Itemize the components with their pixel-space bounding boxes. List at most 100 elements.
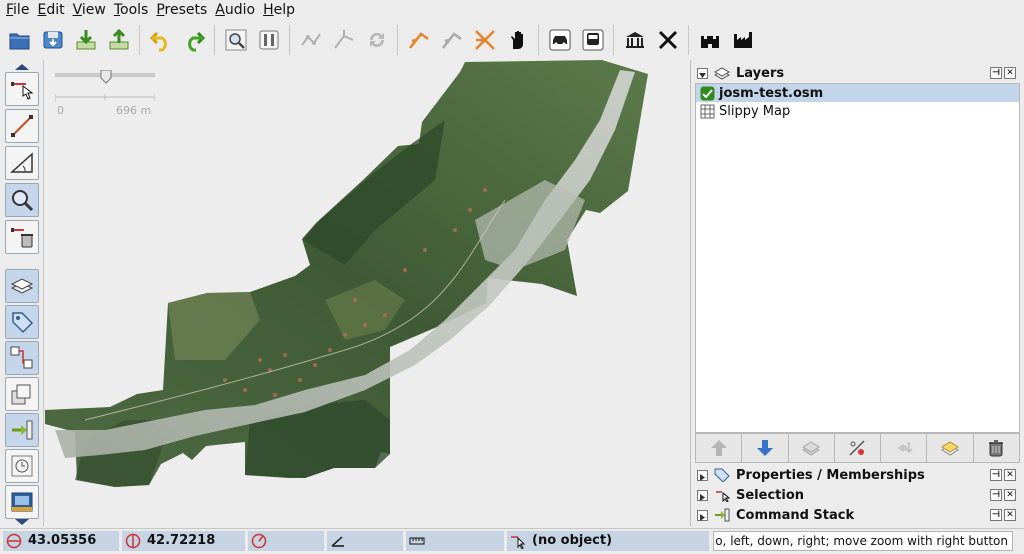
object-value: (no object)	[532, 533, 613, 548]
selection-dialog-title[interactable]: Selection ⊣ ✕	[694, 485, 1020, 505]
visibility-icon	[849, 440, 866, 456]
zoom-tool-button[interactable]	[5, 183, 39, 217]
select-tool-icon	[11, 82, 34, 100]
relation-toggle-button[interactable]	[5, 341, 39, 375]
expand-icon[interactable]	[697, 469, 708, 481]
visibility-button[interactable]	[834, 434, 882, 462]
close-icon[interactable]: ✕	[1004, 469, 1016, 481]
zoom-button[interactable]	[219, 23, 252, 57]
selection-small-icon	[716, 491, 730, 502]
command-stack-dialog-title[interactable]: Command Stack ⊣ ✕	[694, 505, 1020, 525]
upload-button[interactable]	[102, 23, 135, 57]
highway-left-button[interactable]	[402, 23, 435, 57]
combine-way-button[interactable]	[327, 23, 360, 57]
close-icon[interactable]: ✕	[1004, 67, 1016, 79]
layers-button-row	[695, 433, 1020, 463]
aerial-imagery	[45, 60, 648, 487]
merge-button[interactable]	[881, 434, 928, 462]
arrow-up-icon	[710, 440, 727, 456]
scroll-up-icon[interactable]	[13, 63, 31, 71]
layer-row-josm-test[interactable]: josm-test.osm	[696, 84, 1019, 102]
toolbar-separator	[538, 25, 539, 55]
scroll-down-icon[interactable]	[13, 518, 31, 526]
command-stack-toggle-button[interactable]	[5, 413, 39, 447]
longitude-field: 42.72218	[122, 530, 245, 551]
select-tool-button[interactable]	[5, 72, 39, 106]
menu-tools[interactable]: Tools	[112, 0, 155, 20]
preferences-button[interactable]	[252, 23, 285, 57]
menu-file[interactable]: File	[4, 0, 35, 20]
close-icon[interactable]: ✕	[1004, 489, 1016, 501]
castle-icon	[700, 36, 719, 48]
delete-tool-button[interactable]	[5, 220, 39, 254]
menu-presets[interactable]: Presets	[154, 0, 213, 20]
bus-button[interactable]	[576, 23, 609, 57]
open-button[interactable]	[3, 23, 36, 57]
layer-row-slippy-map[interactable]: Slippy Map	[696, 102, 1019, 120]
split-way-button[interactable]	[294, 23, 327, 57]
car-button[interactable]	[543, 23, 576, 57]
close-icon[interactable]: ✕	[1004, 509, 1016, 521]
pin-icon[interactable]: ⊣	[990, 489, 1002, 501]
angle-field	[327, 530, 403, 551]
layers-title-icon	[714, 67, 730, 80]
factory-button[interactable]	[726, 23, 759, 57]
reverse-button[interactable]	[360, 23, 393, 57]
tool-palette	[0, 60, 44, 526]
save-button[interactable]	[36, 23, 69, 57]
object-field: (no object)	[507, 530, 709, 551]
hand-button[interactable]	[501, 23, 534, 57]
selection-title-label: Selection	[736, 487, 805, 503]
upload-icon	[109, 28, 128, 50]
expand-icon[interactable]	[697, 509, 708, 521]
bicycle-icon	[474, 30, 495, 50]
bus-icon	[582, 29, 603, 51]
visible-check-icon[interactable]	[700, 86, 715, 101]
museum-button[interactable]	[618, 23, 651, 57]
layers-dialog-title[interactable]: Layers ⊣ ✕	[694, 63, 1020, 83]
map-view[interactable]: 0 696 m	[45, 60, 691, 526]
pin-icon[interactable]: ⊣	[990, 509, 1002, 521]
castle-button[interactable]	[693, 23, 726, 57]
expand-icon[interactable]	[697, 489, 708, 501]
highway-right-button[interactable]	[435, 23, 468, 57]
relation-icon	[10, 346, 33, 369]
move-up-button[interactable]	[696, 434, 743, 462]
undo-button[interactable]	[144, 23, 177, 57]
history-toggle-button[interactable]	[5, 449, 39, 483]
measure-tool-button[interactable]	[5, 146, 39, 180]
menu-edit[interactable]: Edit	[35, 0, 70, 20]
redo-icon	[187, 31, 205, 52]
minimap-toggle-button[interactable]	[5, 485, 39, 519]
save-icon	[43, 31, 62, 49]
layers-toggle-button[interactable]	[5, 269, 39, 303]
layers-title-label: Layers	[736, 65, 785, 81]
activate-layer-button[interactable]	[788, 434, 835, 462]
open-icon	[9, 33, 29, 50]
pin-icon[interactable]: ⊣	[990, 67, 1002, 79]
command-small-icon	[715, 508, 730, 522]
menu-audio[interactable]: Audio	[213, 0, 261, 20]
menu-help[interactable]: Help	[261, 0, 301, 20]
duplicate-button[interactable]	[927, 434, 974, 462]
properties-dialog-title[interactable]: Properties / Memberships ⊣ ✕	[694, 465, 1020, 485]
menu-view[interactable]: View	[71, 0, 112, 20]
pin-icon[interactable]: ⊣	[990, 469, 1002, 481]
move-down-button[interactable]	[742, 434, 789, 462]
delete-layer-button[interactable]	[973, 434, 1019, 462]
download-button[interactable]	[69, 23, 102, 57]
collapse-icon[interactable]	[697, 67, 708, 79]
menu-bar: File Edit View Tools Presets Audio Help	[0, 0, 1024, 20]
selection-toggle-button[interactable]	[5, 377, 39, 411]
heading-icon	[251, 533, 267, 548]
crossing-button[interactable]	[651, 23, 684, 57]
bicycle-button[interactable]	[468, 23, 501, 57]
tag-icon	[12, 312, 34, 334]
longitude-icon	[125, 533, 141, 548]
latitude-field: 43.05356	[3, 530, 119, 551]
tags-toggle-button[interactable]	[5, 305, 39, 339]
status-bar: 43.05356 42.72218 (no object) o, left, d…	[0, 528, 1024, 552]
draw-tool-button[interactable]	[5, 109, 39, 143]
zoom-slider[interactable]	[55, 70, 155, 84]
redo-button[interactable]	[177, 23, 210, 57]
